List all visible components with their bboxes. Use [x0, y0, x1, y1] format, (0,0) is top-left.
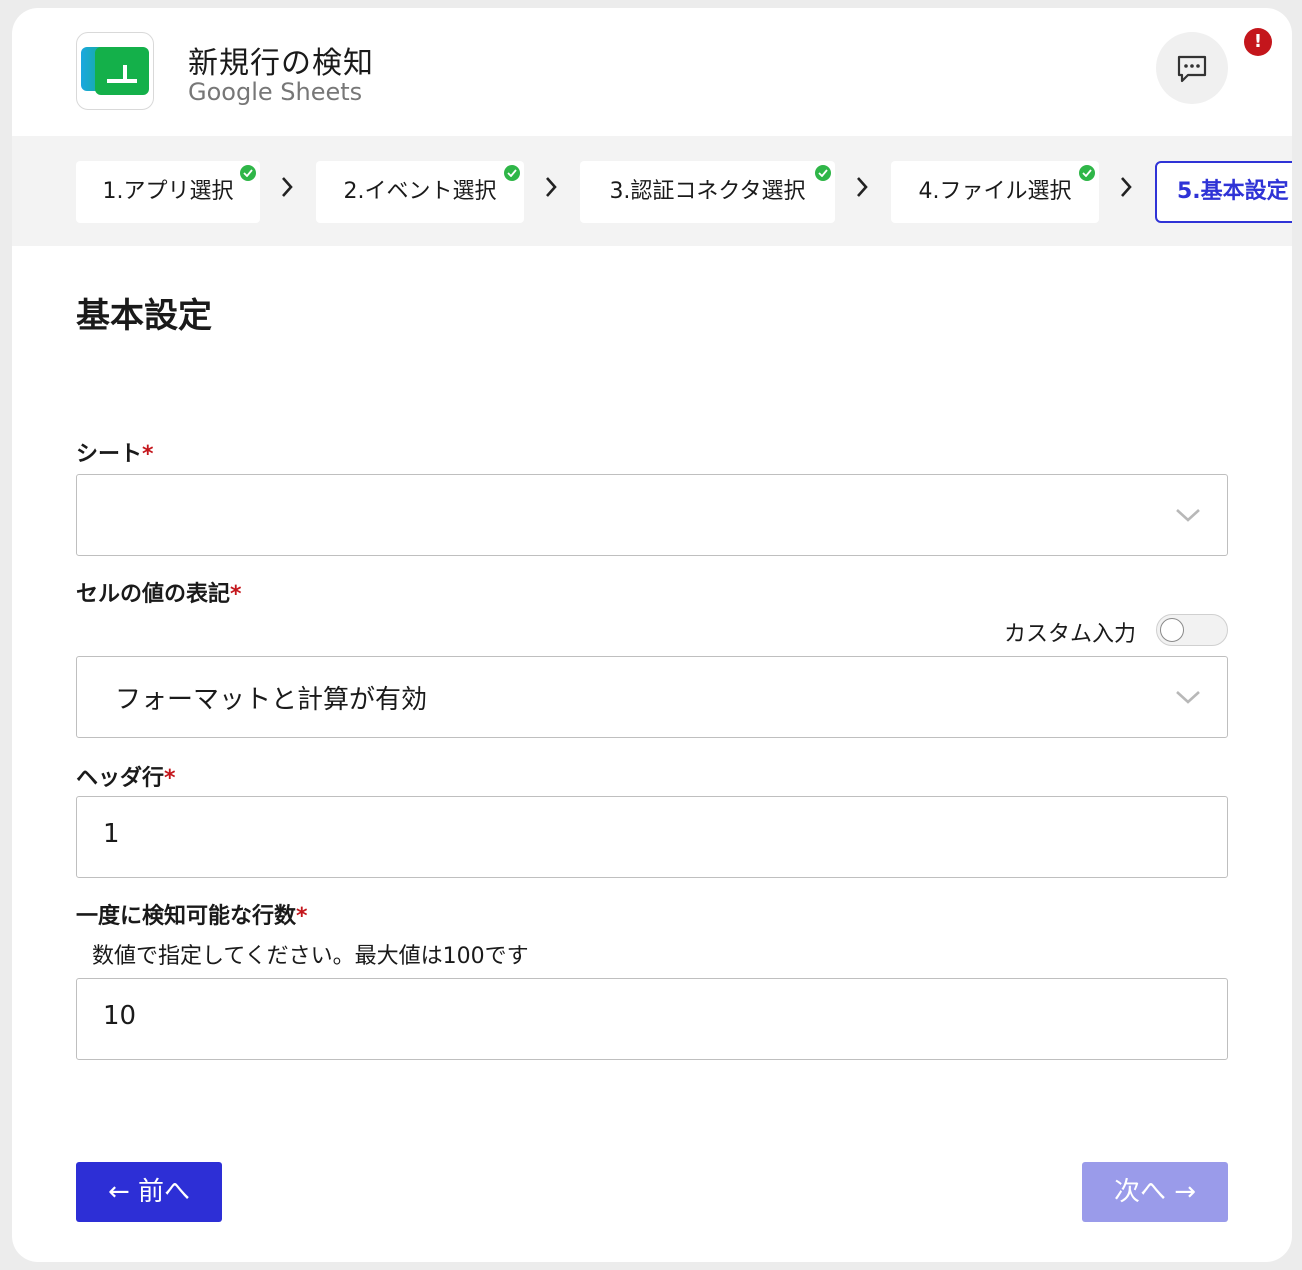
- sheet-select[interactable]: [76, 474, 1228, 556]
- check-icon: [815, 165, 831, 181]
- main-card: 新規行の検知 Google Sheets ! 1.アプリ選択 2.イベント選択 …: [12, 8, 1292, 1262]
- custom-input-toggle[interactable]: [1156, 614, 1228, 646]
- check-icon: [504, 165, 520, 181]
- step-label: 5.基本設定: [1177, 179, 1289, 204]
- chevron-right-icon: [546, 177, 557, 197]
- step-app-select[interactable]: 1.アプリ選択: [76, 161, 260, 223]
- chevron-down-icon: [1176, 509, 1200, 522]
- rows-per-detect-label: 一度に検知可能な行数*: [76, 904, 308, 929]
- header-row-input[interactable]: 1: [76, 796, 1228, 878]
- chevron-right-icon: [857, 177, 868, 197]
- chat-icon: [1177, 55, 1207, 83]
- step-progress-bar: 1.アプリ選択 2.イベント選択 3.認証コネクタ選択 4.ファイル選択 5.基…: [12, 136, 1292, 246]
- next-button[interactable]: 次へ →: [1082, 1162, 1228, 1222]
- cell-format-label: セルの値の表記*: [76, 582, 242, 607]
- step-label: 4.ファイル選択: [918, 179, 1072, 204]
- check-icon: [240, 165, 256, 181]
- step-label: 1.アプリ選択: [102, 179, 234, 204]
- chat-button[interactable]: [1156, 32, 1228, 104]
- sheet-label: シート*: [76, 442, 154, 467]
- chevron-down-icon: [1176, 691, 1200, 704]
- alert-icon[interactable]: !: [1244, 28, 1272, 56]
- trigger-title: 新規行の検知: [188, 46, 374, 81]
- toggle-knob: [1160, 618, 1184, 642]
- rows-per-detect-input[interactable]: 10: [76, 978, 1228, 1060]
- step-basic-settings[interactable]: 5.基本設定: [1155, 161, 1292, 223]
- header-row-value: 1: [103, 819, 120, 849]
- rows-per-detect-value: 10: [103, 1001, 137, 1031]
- cell-format-select[interactable]: フォーマットと計算が有効: [76, 656, 1228, 738]
- step-auth-connector-select[interactable]: 3.認証コネクタ選択: [580, 161, 835, 223]
- header-row-label: ヘッダ行*: [76, 766, 176, 791]
- rows-per-detect-hint: 数値で指定してください。最大値は100です: [92, 944, 529, 969]
- prev-button[interactable]: ← 前へ: [76, 1162, 222, 1222]
- custom-input-label: カスタム入力: [1004, 622, 1137, 647]
- chevron-right-icon: [1121, 177, 1132, 197]
- google-sheets-app-icon: [76, 32, 154, 110]
- page-title: 基本設定: [76, 296, 212, 336]
- step-label: 3.認証コネクタ選択: [609, 179, 806, 204]
- step-label: 2.イベント選択: [343, 179, 497, 204]
- step-file-select[interactable]: 4.ファイル選択: [891, 161, 1099, 223]
- step-event-select[interactable]: 2.イベント選択: [316, 161, 524, 223]
- chevron-right-icon: [282, 177, 293, 197]
- check-icon: [1079, 165, 1095, 181]
- cell-format-select-value: フォーマットと計算が有効: [115, 685, 428, 715]
- app-name: Google Sheets: [188, 78, 363, 106]
